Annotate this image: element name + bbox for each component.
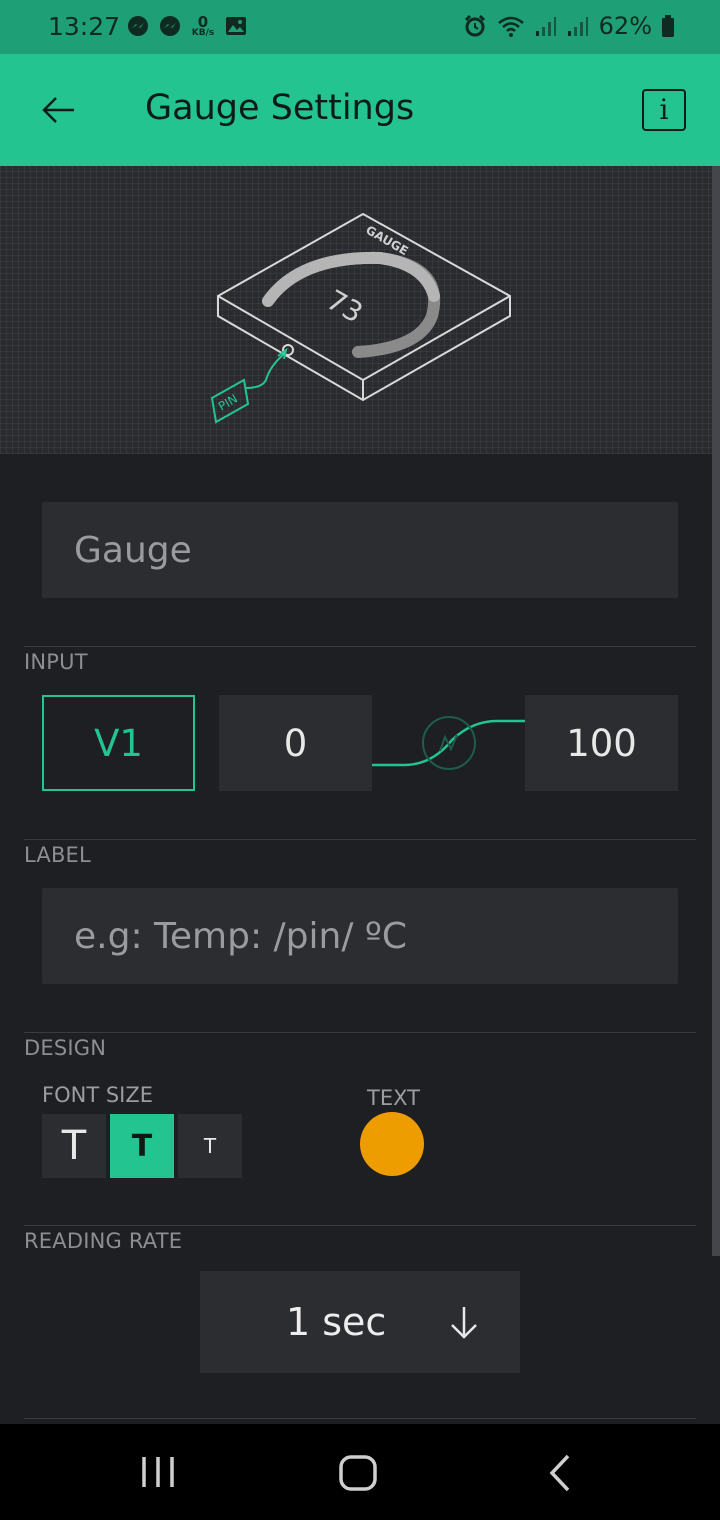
pin-selector-button[interactable]: V1 bbox=[42, 695, 195, 791]
alarm-icon bbox=[464, 14, 485, 37]
messenger-icon bbox=[128, 16, 148, 36]
text-color-picker[interactable] bbox=[360, 1112, 424, 1176]
signal-icon bbox=[535, 17, 556, 36]
font-size-label: FONT SIZE bbox=[42, 1083, 153, 1107]
mapping-curve-icon bbox=[372, 716, 525, 770]
gallery-icon bbox=[226, 17, 246, 35]
font-size-medium-button[interactable]: T bbox=[110, 1114, 174, 1178]
section-divider bbox=[24, 1225, 696, 1226]
reading-rate-section-title: READING RATE bbox=[24, 1229, 183, 1253]
system-nav-bar bbox=[0, 1424, 720, 1520]
status-bar: 13:27 0 KB/s 62% bbox=[0, 0, 720, 54]
font-size-small-button[interactable]: T bbox=[178, 1114, 242, 1178]
back-arrow-icon[interactable] bbox=[38, 90, 78, 130]
section-divider bbox=[24, 839, 696, 840]
design-section-title: DESIGN bbox=[24, 1036, 107, 1060]
label-input-placeholder: e.g: Temp: /pin/ ºC bbox=[74, 915, 407, 957]
signal-icon bbox=[567, 17, 588, 36]
page-title: Gauge Settings bbox=[145, 88, 415, 128]
info-button[interactable]: i bbox=[642, 89, 686, 131]
font-size-large-button[interactable]: T bbox=[42, 1114, 106, 1178]
back-nav-icon[interactable] bbox=[540, 1453, 580, 1493]
battery-percent: 62% bbox=[598, 12, 652, 40]
section-divider bbox=[24, 1418, 696, 1419]
net-speed-indicator: 0 KB/s bbox=[191, 12, 215, 38]
home-icon[interactable] bbox=[338, 1453, 378, 1493]
max-value-input[interactable]: 100 bbox=[525, 695, 678, 791]
widget-preview: 73 GAUGE PIN bbox=[0, 166, 720, 454]
scroll-indicator[interactable] bbox=[712, 166, 720, 1256]
text-color-label: TEXT bbox=[367, 1086, 420, 1110]
widget-name-input[interactable]: Gauge bbox=[42, 502, 678, 598]
reading-rate-value: 1 sec bbox=[286, 1300, 387, 1344]
battery-icon bbox=[662, 15, 674, 37]
label-input[interactable]: e.g: Temp: /pin/ ºC bbox=[42, 888, 678, 984]
input-section-title: INPUT bbox=[24, 650, 88, 674]
section-divider bbox=[24, 646, 696, 647]
section-divider bbox=[24, 1032, 696, 1033]
chevron-down-icon bbox=[451, 1307, 477, 1339]
wifi-icon bbox=[497, 16, 524, 37]
app-bar: Gauge Settings i bbox=[0, 54, 720, 166]
widget-name-value: Gauge bbox=[74, 529, 192, 571]
min-value-input[interactable]: 0 bbox=[219, 695, 372, 791]
gauge-preview-value: 73 bbox=[321, 283, 368, 329]
recent-apps-icon[interactable] bbox=[138, 1453, 178, 1493]
status-time: 13:27 bbox=[48, 12, 121, 41]
messenger-icon bbox=[160, 16, 180, 36]
reading-rate-dropdown[interactable]: 1 sec bbox=[200, 1271, 520, 1373]
label-section-title: LABEL bbox=[24, 843, 91, 867]
